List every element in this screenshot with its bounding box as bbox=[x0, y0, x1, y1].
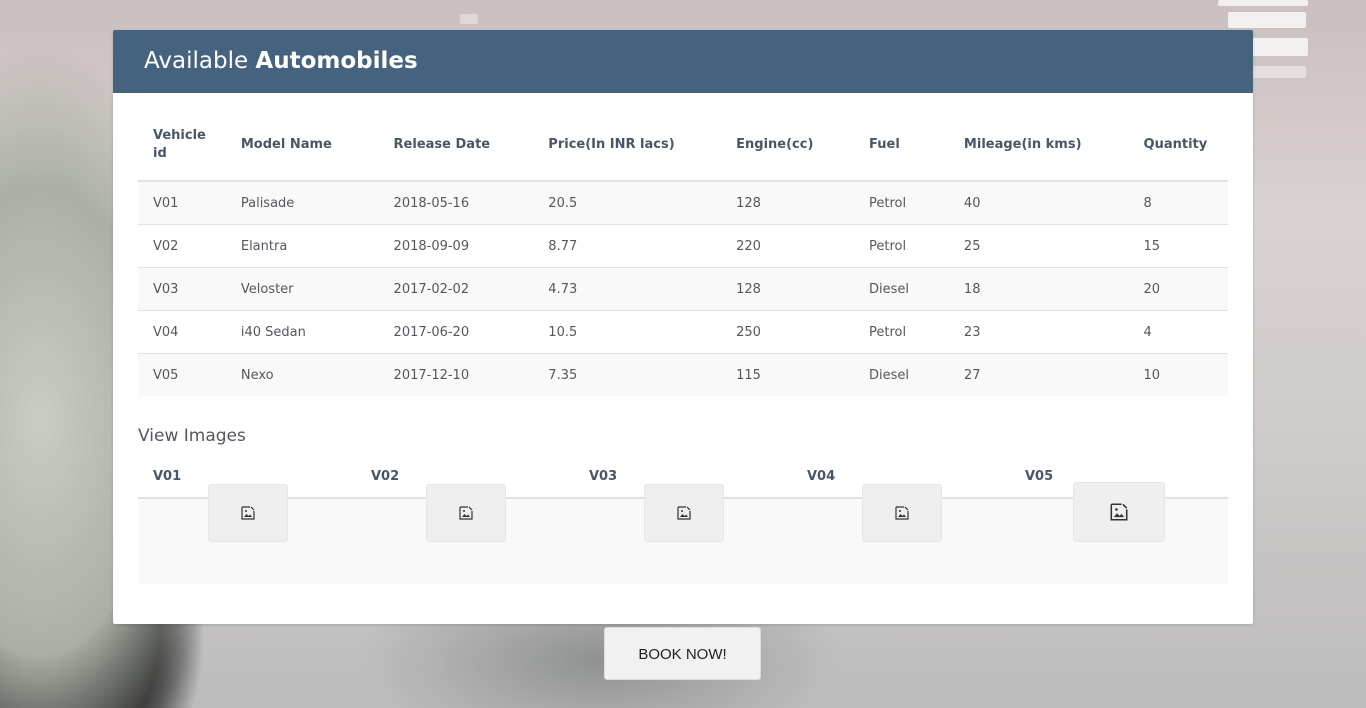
cell-price: 4.73 bbox=[533, 267, 722, 311]
cell-vehicle-id: V02 bbox=[138, 224, 226, 268]
broken-image-icon bbox=[241, 506, 255, 520]
cell-quantity: 8 bbox=[1128, 181, 1228, 225]
broken-image-icon bbox=[1110, 503, 1128, 521]
vehicle-image-v01[interactable] bbox=[208, 484, 288, 542]
cell-fuel: Petrol bbox=[854, 310, 949, 354]
broken-image-icon bbox=[677, 506, 691, 520]
cell-fuel: Diesel bbox=[854, 267, 949, 311]
image-label-v02: V02 bbox=[371, 469, 400, 484]
vehicle-image-v02[interactable] bbox=[426, 484, 506, 542]
card-header: Available Automobiles bbox=[113, 30, 1253, 93]
column-header-vehicle-id: Vehicle id bbox=[138, 110, 226, 182]
column-header-engine: Engine(cc) bbox=[721, 110, 855, 182]
cell-vehicle-id: V01 bbox=[138, 181, 226, 225]
cell-mileage: 23 bbox=[948, 310, 1129, 354]
vehicle-images-gallery: V01 V02 V03 V04 V05 bbox=[138, 460, 1228, 584]
cell-engine: 128 bbox=[721, 267, 855, 311]
header-title-bold: Automobiles bbox=[255, 48, 418, 74]
book-now-button[interactable]: BOOK NOW! bbox=[604, 627, 761, 680]
cell-quantity: 10 bbox=[1128, 353, 1228, 396]
broken-image-icon bbox=[459, 506, 473, 520]
image-label-v01: V01 bbox=[153, 469, 182, 484]
cell-engine: 115 bbox=[721, 353, 855, 396]
cell-model-name: Elantra bbox=[225, 224, 379, 268]
vehicle-image-v03[interactable] bbox=[644, 484, 724, 542]
cell-release-date: 2017-06-20 bbox=[378, 310, 534, 354]
cell-model-name: Nexo bbox=[225, 353, 379, 396]
cell-engine: 128 bbox=[721, 181, 855, 225]
cell-quantity: 4 bbox=[1128, 310, 1228, 354]
cell-mileage: 40 bbox=[948, 181, 1129, 225]
table-row: V04 i40 Sedan 2017-06-20 10.5 250 Petrol… bbox=[138, 310, 1228, 354]
image-label-v04: V04 bbox=[807, 469, 836, 484]
column-header-fuel: Fuel bbox=[854, 110, 949, 182]
cell-mileage: 18 bbox=[948, 267, 1129, 311]
cell-engine: 250 bbox=[721, 310, 855, 354]
cell-quantity: 15 bbox=[1128, 224, 1228, 268]
table-row: V03 Veloster 2017-02-02 4.73 128 Diesel … bbox=[138, 267, 1228, 311]
column-header-release-date: Release Date bbox=[378, 110, 534, 182]
cell-mileage: 27 bbox=[948, 353, 1129, 396]
header-title-light: Available bbox=[144, 48, 249, 74]
cell-price: 10.5 bbox=[533, 310, 722, 354]
cell-model-name: Veloster bbox=[225, 267, 379, 311]
cell-release-date: 2018-05-16 bbox=[378, 181, 534, 225]
cell-price: 8.77 bbox=[533, 224, 722, 268]
cell-model-name: Palisade bbox=[225, 181, 379, 225]
column-header-price: Price(In INR lacs) bbox=[533, 110, 722, 182]
cell-model-name: i40 Sedan bbox=[225, 310, 379, 354]
cell-release-date: 2017-12-10 bbox=[378, 353, 534, 396]
cell-quantity: 20 bbox=[1128, 267, 1228, 311]
cell-price: 7.35 bbox=[533, 353, 722, 396]
cell-release-date: 2017-02-02 bbox=[378, 267, 534, 311]
cell-fuel: Petrol bbox=[854, 224, 949, 268]
images-header: V01 V02 V03 V04 V05 bbox=[138, 460, 1228, 542]
cell-mileage: 25 bbox=[948, 224, 1129, 268]
column-header-model-name: Model Name bbox=[225, 110, 379, 182]
table-row: V02 Elantra 2018-09-09 8.77 220 Petrol 2… bbox=[138, 224, 1228, 268]
table-row: V01 Palisade 2018-05-16 20.5 128 Petrol … bbox=[138, 181, 1228, 225]
cell-vehicle-id: V04 bbox=[138, 310, 226, 354]
cell-price: 20.5 bbox=[533, 181, 722, 225]
table-row: V05 Nexo 2017-12-10 7.35 115 Diesel 27 1… bbox=[138, 353, 1228, 396]
vehicle-image-v04[interactable] bbox=[862, 484, 942, 542]
cell-fuel: Petrol bbox=[854, 181, 949, 225]
vehicles-table: Vehicle id Model Name Release Date Price… bbox=[138, 110, 1228, 396]
cell-engine: 220 bbox=[721, 224, 855, 268]
cell-vehicle-id: V05 bbox=[138, 353, 226, 396]
cell-vehicle-id: V03 bbox=[138, 267, 226, 311]
vehicle-image-v05[interactable] bbox=[1073, 482, 1165, 542]
table-header-row: Vehicle id Model Name Release Date Price… bbox=[138, 110, 1228, 182]
column-header-quantity: Quantity bbox=[1128, 110, 1228, 182]
column-header-mileage: Mileage(in kms) bbox=[948, 110, 1129, 182]
cell-release-date: 2018-09-09 bbox=[378, 224, 534, 268]
automobiles-card: Available Automobiles Vehicle id Model N… bbox=[113, 30, 1253, 624]
broken-image-icon bbox=[895, 506, 909, 520]
view-images-heading: View Images bbox=[138, 426, 246, 446]
cell-fuel: Diesel bbox=[854, 353, 949, 396]
image-label-v03: V03 bbox=[589, 469, 618, 484]
image-label-v05: V05 bbox=[1025, 469, 1054, 484]
